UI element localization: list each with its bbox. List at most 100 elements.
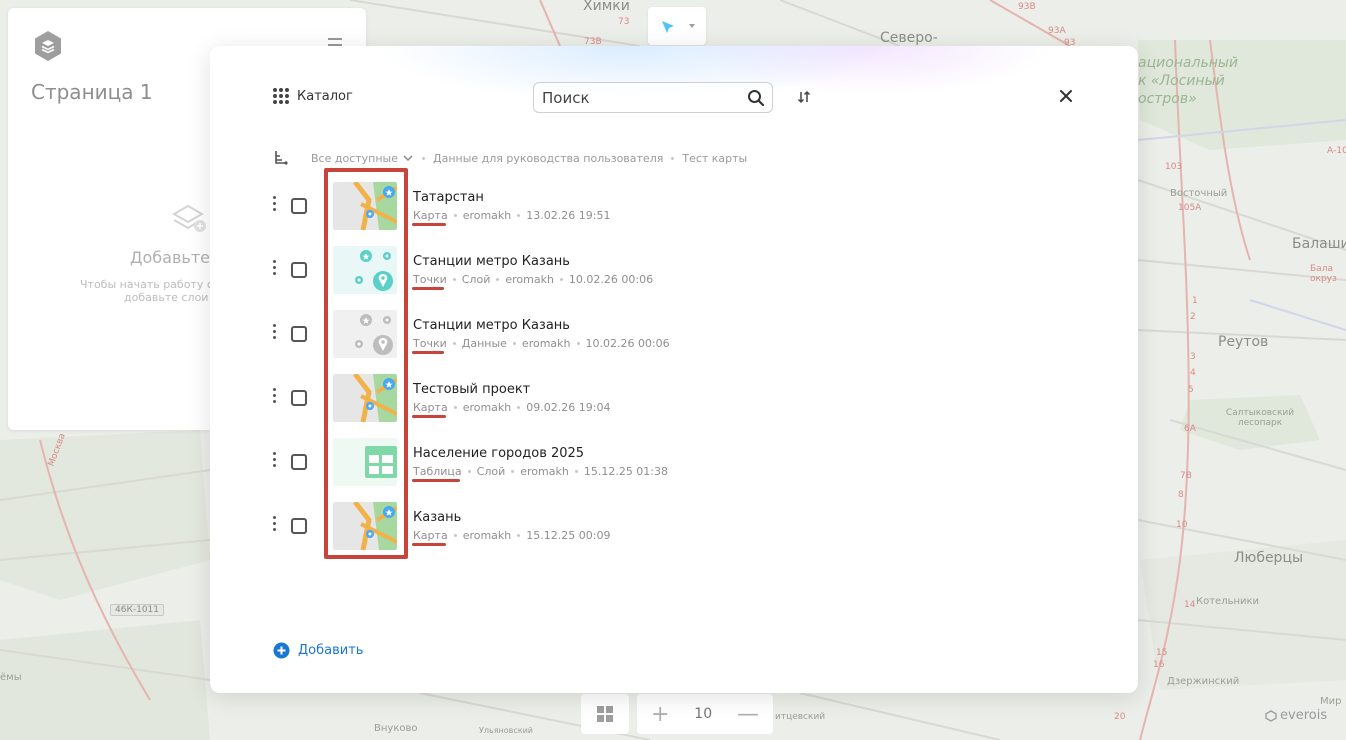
- catalog-header: Каталог: [273, 88, 353, 104]
- list-item[interactable]: Станции метро Казань Точки Данные eromakh 10…: [210, 302, 1138, 366]
- catalog-modal: Каталог Все доступные Данные для руковод…: [210, 46, 1138, 693]
- list-item[interactable]: Население городов 2025 Таблица Слой eromakh…: [210, 430, 1138, 494]
- item-title[interactable]: Станции метро Казань: [413, 318, 570, 333]
- road-label: 2: [1190, 312, 1196, 322]
- park-label: ациональный к «Лосиный остров»: [1138, 55, 1239, 107]
- item-title[interactable]: Тестовый проект: [413, 382, 530, 397]
- map-label: Дзержинский: [1167, 676, 1240, 687]
- breadcrumb-all-dropdown[interactable]: Все доступные: [297, 152, 414, 165]
- road-label: 93А: [1048, 26, 1066, 36]
- item-checkbox[interactable]: [291, 518, 307, 534]
- meta-separator: [574, 470, 578, 473]
- map-label: Люберцы: [1234, 550, 1304, 566]
- hierarchy-icon[interactable]: [273, 150, 289, 166]
- more-vertical-icon[interactable]: [270, 324, 278, 342]
- item-checkbox[interactable]: [291, 262, 307, 278]
- plus-circle-icon: [273, 642, 290, 659]
- cursor-tool-button[interactable]: [648, 7, 706, 45]
- empty-state-line: добавьте слои: [124, 291, 209, 304]
- more-vertical-icon[interactable]: [270, 452, 278, 470]
- meta-separator: [559, 278, 563, 281]
- more-vertical-icon[interactable]: [270, 196, 278, 214]
- item-checkbox[interactable]: [291, 390, 307, 406]
- road-label: 20: [1114, 712, 1126, 722]
- close-icon[interactable]: [1058, 88, 1074, 104]
- search-icon[interactable]: [747, 89, 765, 107]
- item-thumbnail: [333, 374, 397, 422]
- road-label: 103: [1165, 162, 1183, 172]
- search-field[interactable]: [533, 82, 773, 113]
- item-thumbnail: [333, 502, 397, 550]
- item-title[interactable]: Татарстан: [413, 190, 484, 205]
- item-meta: Точки Данные eromakh 10.02.26 00:06: [413, 337, 670, 350]
- more-vertical-icon[interactable]: [270, 516, 278, 534]
- item-checkbox[interactable]: [291, 454, 307, 470]
- empty-state-text: Чтобы начать работу с добавьте слои: [80, 278, 213, 304]
- zoom-out-button[interactable]: —: [737, 702, 759, 727]
- item-checkbox[interactable]: [291, 326, 307, 342]
- grid-icon: [597, 706, 613, 722]
- item-meta: Таблица Слой eromakh 15.12.25 01:38: [413, 465, 668, 478]
- map-label: Котельники: [1196, 596, 1260, 607]
- item-type: Точки: [413, 273, 447, 286]
- list-item[interactable]: Станции метро Казань Точки Слой eromakh 10.0…: [210, 238, 1138, 302]
- more-vertical-icon[interactable]: [270, 388, 278, 406]
- map-label: Внуково: [374, 723, 418, 734]
- list-item[interactable]: Казань Карта eromakh 15.12.25 00:09: [210, 494, 1138, 558]
- road-label: 7В: [1180, 471, 1192, 481]
- item-type: Карта: [413, 401, 448, 414]
- road-label: 93В: [1018, 2, 1036, 12]
- apps-grid-icon: [273, 88, 289, 104]
- empty-state-line: Чтобы начать работу с: [80, 278, 213, 291]
- map-label: Восточный: [1170, 188, 1228, 199]
- item-meta: Карта eromakh 15.12.25 00:09: [413, 529, 610, 542]
- more-vertical-icon[interactable]: [270, 260, 278, 278]
- item-type: Карта: [413, 529, 448, 542]
- breadcrumb-separator: [422, 156, 425, 160]
- map-label: Ульяновский: [479, 726, 533, 735]
- meta-separator: [517, 406, 521, 409]
- item-meta-value: eromakh: [462, 209, 512, 222]
- attribution[interactable]: everois: [1265, 708, 1327, 723]
- app-logo-icon[interactable]: [32, 30, 64, 62]
- road-label: 15: [1156, 648, 1168, 658]
- item-meta-value: eromakh: [521, 337, 571, 350]
- attribution-text: everois: [1280, 708, 1328, 723]
- sort-icon[interactable]: [797, 90, 811, 104]
- item-thumbnail: [333, 182, 397, 230]
- breadcrumb: Все доступные Данные для руководства пол…: [273, 150, 747, 166]
- search-input[interactable]: [542, 88, 742, 107]
- cursor-icon: [662, 21, 695, 33]
- item-checkbox[interactable]: [291, 198, 307, 214]
- item-thumbnail: [333, 246, 397, 294]
- list-item[interactable]: Тестовый проект Карта eromakh 09.02.26 19:0…: [210, 366, 1138, 430]
- meta-separator: [467, 470, 471, 473]
- item-meta-value: eromakh: [462, 529, 512, 542]
- item-meta-value: Слой: [476, 465, 506, 478]
- list-item[interactable]: Татарстан Карта eromakh 13.02.26 19:51: [210, 174, 1138, 238]
- chevron-down-icon: [403, 155, 413, 162]
- breadcrumb-all-label: Все доступные: [311, 151, 398, 165]
- road-badge: 46К-1011: [110, 604, 164, 616]
- item-meta-value: 09.02.26 19:04: [526, 401, 611, 414]
- everpoint-logo-icon: [1265, 709, 1277, 722]
- item-title[interactable]: Казань: [413, 510, 461, 525]
- map-label: Мир: [1320, 696, 1342, 707]
- item-thumbnail: [333, 310, 397, 358]
- add-button[interactable]: Добавить: [273, 642, 363, 659]
- item-meta-value: eromakh: [462, 401, 512, 414]
- road-label: Бала окруз: [1310, 264, 1337, 284]
- meta-separator: [576, 342, 580, 345]
- basemap-grid-button[interactable]: [581, 694, 629, 734]
- item-meta: Карта eromakh 13.02.26 19:51: [413, 209, 610, 222]
- type-underline-annotation: [412, 479, 460, 482]
- breadcrumb-separator: [671, 156, 675, 160]
- map-label: Салтыковский лесопарк: [1225, 408, 1295, 428]
- breadcrumb-item[interactable]: Тест карты: [682, 152, 747, 165]
- item-meta-value: 15.12.25 01:38: [583, 465, 669, 478]
- item-type: Таблица: [413, 465, 462, 478]
- item-title[interactable]: Население городов 2025: [413, 446, 584, 461]
- item-title[interactable]: Станции метро Казань: [413, 254, 570, 269]
- zoom-in-button[interactable]: +: [651, 702, 669, 727]
- breadcrumb-item[interactable]: Данные для руководства пользователя: [433, 152, 663, 165]
